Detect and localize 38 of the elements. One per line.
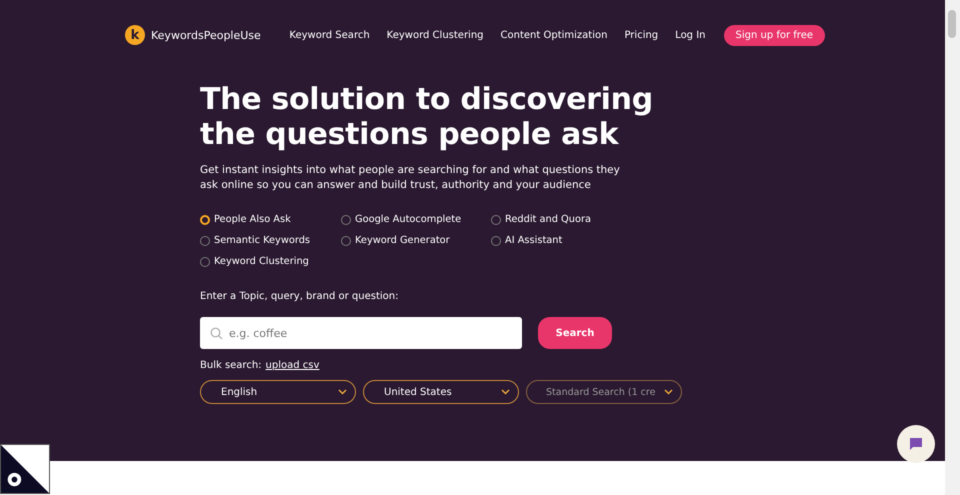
logo-icon[interactable]: k [125,25,145,45]
chevron-icon [501,389,510,395]
nav-link[interactable]: Pricing [624,30,658,40]
radio-option[interactable]: Reddit and Quora [491,212,641,227]
hero-subtitle: Get instant insights into what people are searching for and what questions they ask online so you can answer and build trust, authority and your audience [200,163,621,193]
scrollbar[interactable] [945,0,960,495]
radio-icon[interactable] [200,214,210,224]
radio-icon[interactable] [200,236,210,246]
nav-link[interactable]: Log In [675,30,706,40]
radio-option[interactable]: AI Assistant [491,233,641,248]
radio-icon[interactable] [491,236,501,246]
radio-icon[interactable] [341,236,351,246]
search-label: Enter a Topic, query, brand or question: [200,291,400,302]
search-field[interactable]: e.g. coffee [200,317,522,349]
radio-option[interactable]: Keyword Generator [341,233,491,248]
radio-icon[interactable] [491,214,501,224]
radio-icon[interactable] [341,214,351,224]
nav-link[interactable]: Content Optimization [500,30,608,40]
dropdown[interactable]: United States [363,380,519,404]
nav-link[interactable]: Keyword Clustering [386,30,484,40]
search-icon [210,327,223,340]
signup-button[interactable]: Sign up for free [724,24,825,46]
bulk-label: Bulk search: [200,360,262,371]
brand-name[interactable]: KeywordsPeopleUse [151,28,261,42]
chevron-icon [664,389,673,395]
radio-option[interactable]: Semantic Keywords [200,233,341,248]
chevron-icon [338,389,347,395]
radio-icon[interactable] [200,256,210,266]
chat-button[interactable] [897,425,935,463]
upload-link[interactable]: upload csv [266,360,320,371]
nav-link[interactable]: Keyword Search [289,30,370,40]
hero-title: The solution to discovering the questions people ask [200,82,654,152]
radio-option[interactable]: People Also Ask [200,212,341,227]
dropdown[interactable]: English [200,380,356,404]
chat-icon [908,436,924,452]
search-button[interactable]: Search [538,317,612,349]
radio-option[interactable]: Google Autocomplete [341,212,491,227]
radio-option[interactable]: Keyword Clustering [200,254,341,269]
